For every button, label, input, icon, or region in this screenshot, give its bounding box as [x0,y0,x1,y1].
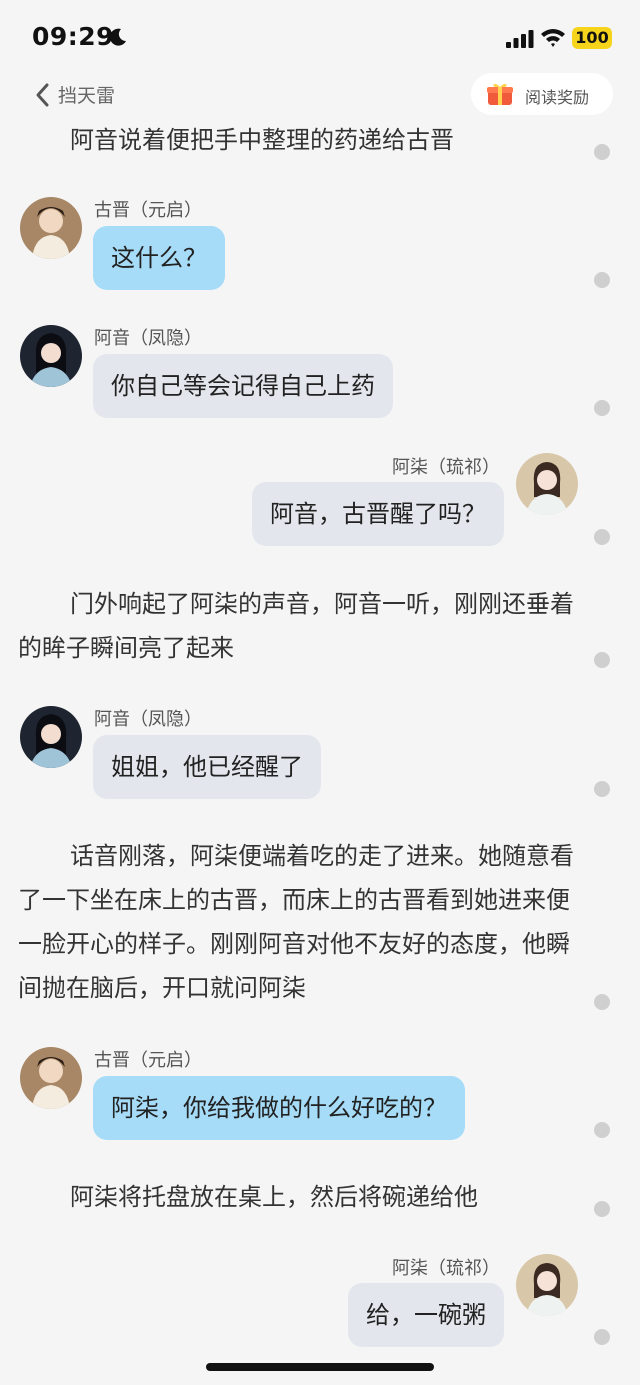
avatar-portrait-icon [20,706,82,768]
book-title[interactable]: 挡天雷 [58,81,115,108]
reading-reward-button[interactable]: 阅读奖励 [471,73,613,115]
speaker-name: 阿音（凤隐） [94,709,202,730]
gift-icon [487,83,513,105]
speaker-name: 古晋（元启） [94,1050,202,1071]
avatar[interactable] [20,1047,82,1109]
signal-icon [506,30,534,48]
status-bar: 09:29 100 [0,0,640,76]
avatar[interactable] [20,706,82,768]
narration-paragraph: 阿音说着便把手中整理的药递给古晋 [70,126,454,154]
avatar-portrait-icon [20,1047,82,1109]
chat-bubble: 你自己等会记得自己上药 [93,354,393,418]
paragraph-comment-marker[interactable] [594,400,610,416]
speaker-name: 阿音（凤隐） [94,328,202,349]
status-time: 09:29 [32,22,115,51]
paragraph-comment-marker[interactable] [594,652,610,668]
speaker-name: 阿柒（琉祁） [392,457,500,478]
chat-bubble: 阿柒，你给我做的什么好吃的？ [93,1076,465,1140]
chat-bubble: 姐姐，他已经醒了 [93,735,321,799]
speaker-name: 古晋（元启） [94,200,202,221]
paragraph-comment-marker[interactable] [594,272,610,288]
home-indicator[interactable] [206,1363,434,1371]
avatar[interactable] [516,453,578,515]
paragraph-comment-marker[interactable] [594,144,610,160]
paragraph-comment-marker[interactable] [594,1201,610,1217]
avatar-portrait-icon [516,1254,578,1316]
paragraph-comment-marker[interactable] [594,529,610,545]
avatar[interactable] [516,1254,578,1316]
battery-indicator: 100 [572,27,612,49]
reader-nav-bar: 挡天雷 阅读奖励 [0,72,640,118]
chevron-left-icon[interactable] [34,82,50,108]
moon-icon [109,28,126,46]
speaker-name: 阿柒（琉祁） [392,1258,500,1279]
avatar-portrait-icon [20,197,82,259]
narration-paragraph: 阿柒将托盘放在桌上，然后将碗递给他 [70,1183,478,1211]
paragraph-comment-marker[interactable] [594,1122,610,1138]
avatar-portrait-icon [20,325,82,387]
paragraph-comment-marker[interactable] [594,1329,610,1345]
paragraph-comment-marker[interactable] [594,994,610,1010]
chat-bubble: 这什么？ [93,226,225,290]
avatar-portrait-icon [516,453,578,515]
reading-reward-label: 阅读奖励 [525,88,590,107]
narration-paragraph: 话音刚落，阿柒便端着吃的走了进来。她随意看了一下坐在床上的古晋，而床上的古晋看到… [18,842,574,1002]
chat-bubble: 阿音，古晋醒了吗？ [252,482,504,546]
avatar[interactable] [20,325,82,387]
paragraph-comment-marker[interactable] [594,781,610,797]
chat-bubble: 给，一碗粥 [348,1283,504,1347]
narration-paragraph: 门外响起了阿柒的声音，阿音一听，刚刚还垂着的眸子瞬间亮了起来 [18,590,574,662]
avatar[interactable] [20,197,82,259]
wifi-icon [541,29,565,47]
